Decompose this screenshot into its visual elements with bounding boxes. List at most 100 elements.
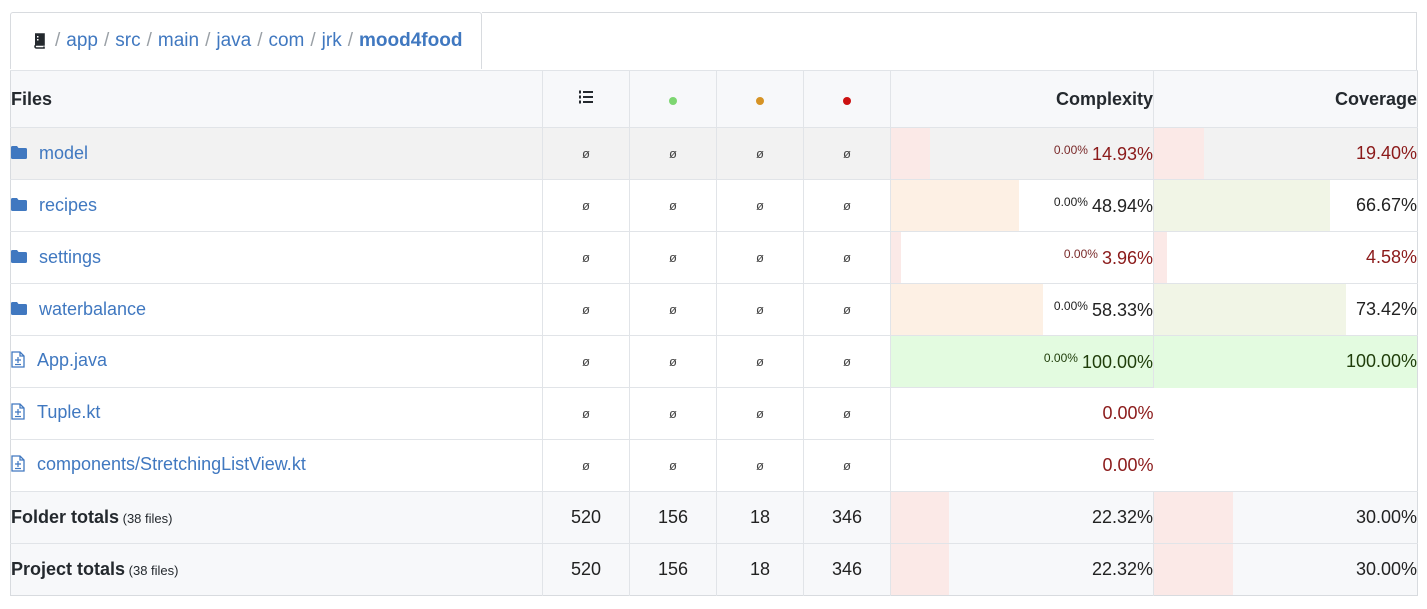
table-row[interactable]: components/StretchingListView.kt ø ø ø ø 0.00… — [10, 439, 1418, 492]
breadcrumb-separator: / — [103, 30, 110, 51]
metric-value: ø — [803, 439, 891, 492]
totals-value: 520 — [542, 491, 630, 544]
breadcrumb-link-src[interactable]: src — [115, 30, 140, 51]
breadcrumb-separator: / — [347, 30, 354, 51]
coverage-bar — [1154, 544, 1233, 595]
lines-header[interactable] — [542, 70, 630, 128]
complexity-value: 100.00% — [1081, 351, 1153, 372]
file-link[interactable]: model — [39, 143, 88, 163]
coverage-value: 19.40% — [1355, 143, 1417, 163]
complexity-value: 58.33% — [1091, 299, 1153, 320]
coverage-total-value: 30.00% — [1355, 507, 1417, 527]
table-row[interactable]: recipes ø ø ø ø 0.00% 48.94% 66.67% — [10, 179, 1418, 232]
metric-value: ø — [716, 387, 804, 440]
coverage-bar — [1154, 128, 1204, 179]
breadcrumb-link-main[interactable]: main — [158, 30, 199, 51]
metric-value: ø — [803, 335, 891, 388]
breadcrumb-link-com[interactable]: com — [268, 30, 304, 51]
coverage-value: 4.58% — [1365, 247, 1417, 267]
file-link[interactable]: settings — [39, 247, 101, 267]
complexity-value: 48.94% — [1091, 195, 1153, 216]
misses-header[interactable] — [803, 70, 891, 128]
complexity-cell: 0.00% 48.94% — [890, 179, 1154, 232]
breadcrumb-separator: / — [55, 30, 61, 51]
metric-value: ø — [803, 231, 891, 284]
totals-label-cell: Project totals (38 files) — [10, 543, 543, 596]
complexity-delta: 0.00% — [1053, 142, 1088, 157]
breadcrumb-link-jrk[interactable]: jrk — [322, 30, 342, 51]
complexity-bar — [891, 544, 949, 595]
file-link[interactable]: waterbalance — [39, 299, 146, 319]
breadcrumb: / app / src / main / java / com / jrk / mood4food — [10, 12, 482, 69]
coverage-cell: 66.67% — [1153, 179, 1418, 232]
complexity-cell: 0.00% 100.00% — [890, 335, 1154, 388]
breadcrumb-separator: / — [146, 30, 152, 51]
coverage-bar — [1154, 232, 1168, 283]
totals-value: 346 — [803, 491, 891, 544]
complexity-total-cell: 22.32% — [890, 491, 1154, 544]
lines-icon — [579, 89, 593, 110]
complexity-cell: 0.00% 14.93% — [890, 127, 1154, 180]
file-link[interactable]: recipes — [39, 195, 97, 215]
totals-label-cell: Folder totals (38 files) — [10, 491, 543, 544]
coverage-cell-empty — [1153, 387, 1418, 440]
project-totals-row: Project totals (38 files) 520 156 18 346 22.3… — [10, 543, 1418, 596]
table-row[interactable]: Tuple.kt ø ø ø ø 0.00% — [10, 387, 1418, 440]
complexity-total-value: 22.32% — [1091, 507, 1153, 527]
complexity-cell: 0.00% — [890, 439, 1154, 492]
table-row[interactable]: settings ø ø ø ø 0.00% 3.96% 4.58% — [10, 231, 1418, 284]
totals-label: Project totals — [11, 559, 126, 579]
file-icon — [11, 454, 25, 477]
coverage-cell-empty — [1153, 439, 1418, 492]
complexity-bar — [891, 492, 949, 543]
divider — [1416, 12, 1417, 70]
repo-icon[interactable] — [33, 33, 47, 49]
breadcrumb-current: mood4food — [359, 30, 463, 51]
coverage-bar — [1154, 180, 1331, 231]
complexity-bar — [891, 128, 931, 179]
metric-value: ø — [803, 387, 891, 440]
files-header[interactable]: Files — [10, 70, 543, 128]
breadcrumb-link-java[interactable]: java — [216, 30, 251, 51]
complexity-value: 14.93% — [1091, 143, 1153, 164]
metric-value: ø — [803, 127, 891, 180]
table-header-row: Files Complexity Coverage — [10, 70, 1418, 128]
complexity-total-cell: 22.32% — [890, 543, 1154, 596]
partials-header[interactable] — [716, 70, 804, 128]
metric-value: ø — [716, 283, 804, 336]
metric-value: ø — [716, 127, 804, 180]
divider — [482, 12, 1417, 13]
complexity-header[interactable]: Complexity — [890, 70, 1154, 128]
orange-dot-icon — [756, 96, 764, 105]
metric-value: ø — [629, 283, 717, 336]
table-row[interactable]: waterbalance ø ø ø ø 0.00% 58.33% 73.42% — [10, 283, 1418, 336]
metric-value: ø — [542, 231, 630, 284]
totals-value: 156 — [629, 491, 717, 544]
hits-header[interactable] — [629, 70, 717, 128]
complexity-cell: 0.00% — [890, 387, 1154, 440]
file-link[interactable]: Tuple.kt — [37, 402, 100, 422]
coverage-header[interactable]: Coverage — [1153, 70, 1418, 128]
file-name-cell: Tuple.kt — [10, 387, 543, 440]
metric-value: ø — [629, 127, 717, 180]
complexity-bar — [891, 232, 902, 283]
breadcrumb-items: / app / src / main / java / com / jrk / mood4food — [49, 30, 462, 52]
file-count: (38 files) — [125, 563, 179, 578]
complexity-value: 0.00% — [1102, 455, 1154, 475]
totals-label: Folder totals — [11, 507, 120, 527]
file-icon — [11, 350, 25, 373]
file-name-cell: App.java — [10, 335, 543, 388]
metric-value: ø — [629, 439, 717, 492]
coverage-value: 66.67% — [1355, 195, 1417, 215]
metric-value: ø — [803, 283, 891, 336]
complexity-delta: 0.00% — [1053, 194, 1088, 209]
table-row[interactable]: App.java ø ø ø ø 0.00% 100.00% 100.00% — [10, 335, 1418, 388]
breadcrumb-separator: / — [310, 30, 316, 51]
table-row[interactable]: model ø ø ø ø 0.00% 14.93% 19.40% — [10, 127, 1418, 180]
metric-value: ø — [542, 439, 630, 492]
breadcrumb-link-app[interactable]: app — [66, 30, 98, 51]
file-link[interactable]: App.java — [37, 350, 107, 370]
file-link[interactable]: components/StretchingListView.kt — [37, 454, 306, 474]
file-name-cell: model — [10, 127, 543, 180]
metric-value: ø — [542, 335, 630, 388]
